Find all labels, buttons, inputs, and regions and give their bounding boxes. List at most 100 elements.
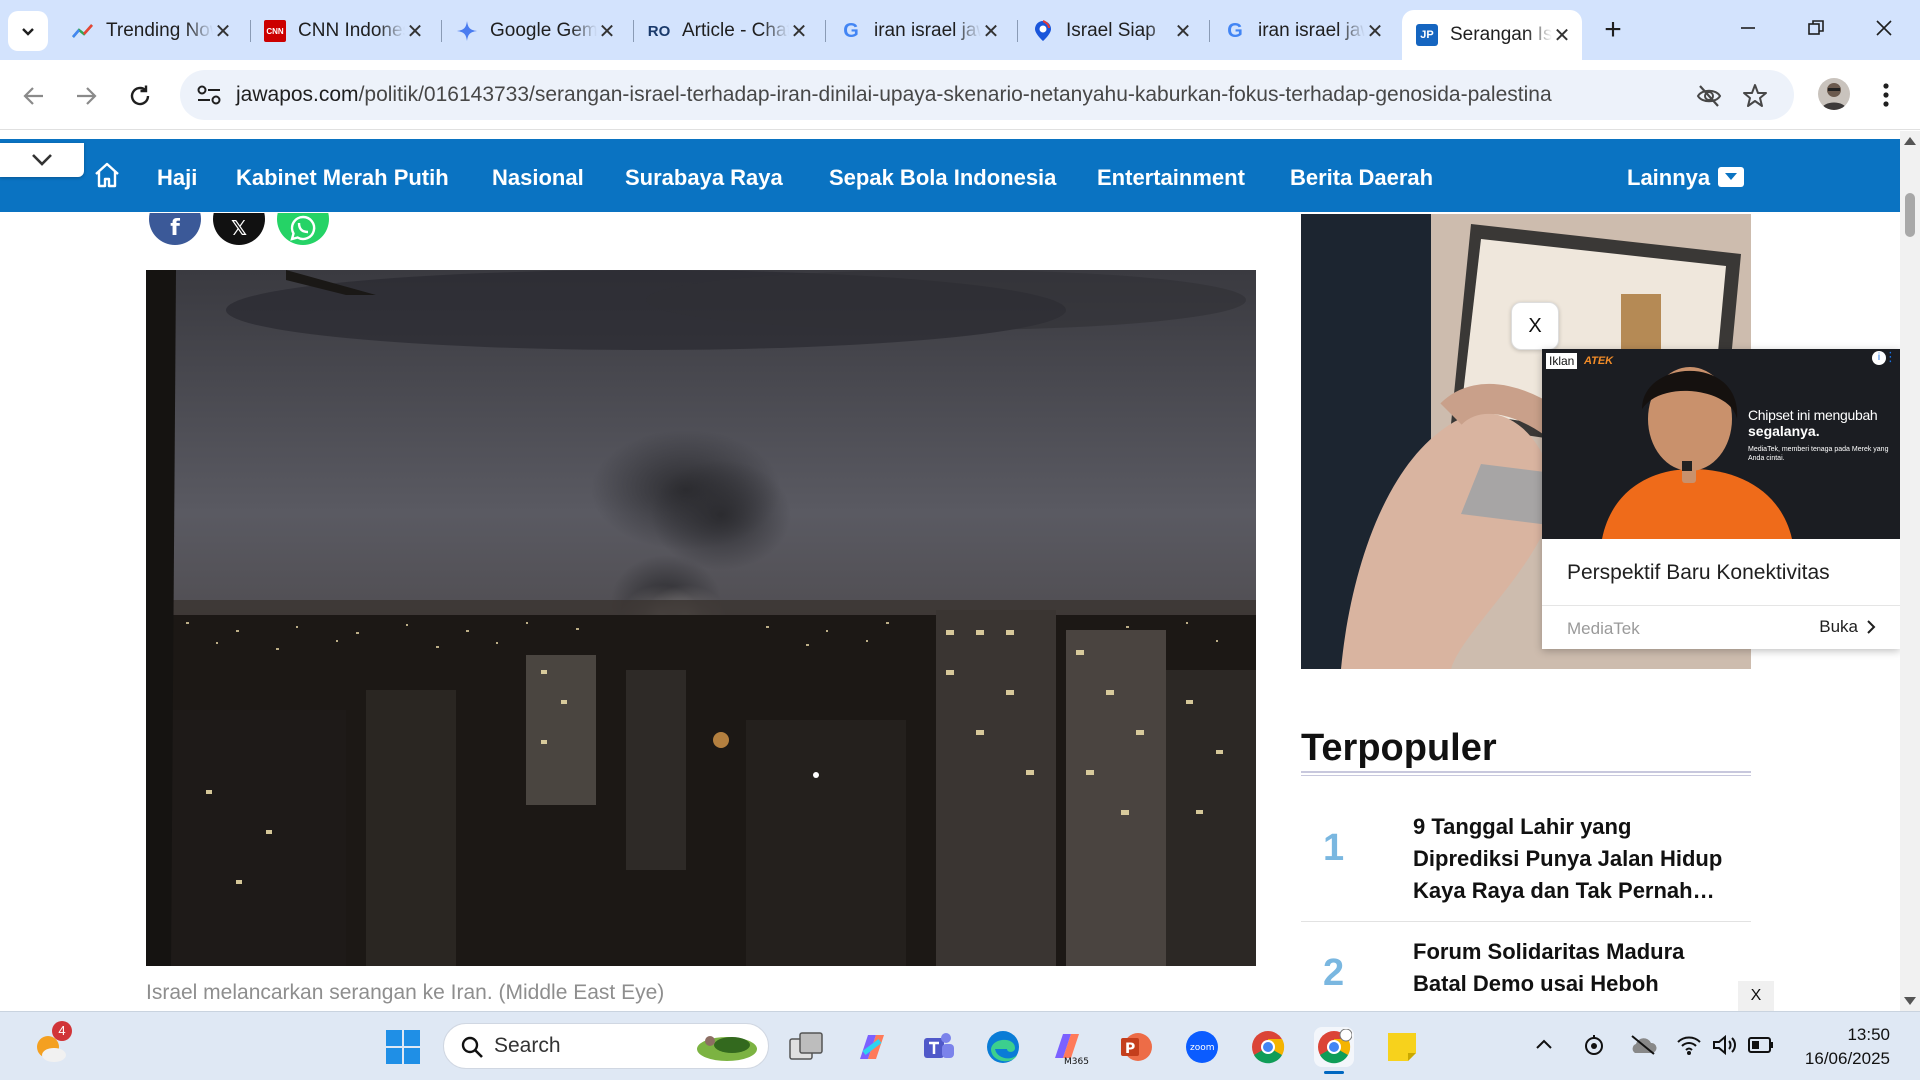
tab-strip: Trending Now ✕ CNN CNN Indonesia ✕ Googl… <box>0 0 1920 60</box>
more-menu-icon[interactable] <box>1876 80 1896 110</box>
page-scrollbar[interactable] <box>1900 131 1920 1011</box>
address-bar[interactable]: jawapos.com/politik/016143733/serangan-i… <box>180 70 1794 120</box>
chrome-profile-app-active[interactable] <box>1314 1027 1354 1074</box>
nav-item-berita-daerah[interactable]: Berita Daerah <box>1290 165 1433 191</box>
tab-title: CNN Indonesia <box>298 20 405 41</box>
browser-toolbar: jawapos.com/politik/016143733/serangan-i… <box>0 60 1920 130</box>
zoom-app[interactable]: zoom <box>1182 1027 1222 1067</box>
tab-gemini[interactable]: Google Gemini ✕ <box>442 10 627 52</box>
chevron-up-icon[interactable] <box>1534 1037 1554 1051</box>
map-pin-icon <box>1032 20 1054 42</box>
popular-item[interactable]: 2 Forum Solidaritas Madura Batal Demo us… <box>1301 936 1751 1011</box>
edge-app[interactable] <box>983 1027 1023 1067</box>
chrome-profile-icon <box>1318 1029 1352 1064</box>
sticky-notes-app[interactable] <box>1382 1027 1422 1067</box>
location-icon[interactable] <box>1582 1033 1606 1057</box>
wifi-icon[interactable] <box>1676 1033 1702 1057</box>
tab-google-search-2[interactable]: G iran israel jawapos ✕ <box>1210 10 1395 52</box>
heading-rule <box>1301 771 1751 776</box>
weather-widget[interactable]: 4 <box>30 1021 72 1067</box>
windows-logo-icon <box>386 1030 420 1064</box>
minimize-button[interactable] <box>1728 12 1768 48</box>
arrow-left-icon <box>23 87 43 105</box>
nav-item-lainnya[interactable]: Lainnya <box>1627 165 1745 191</box>
nav-item-surabaya[interactable]: Surabaya Raya <box>625 165 783 191</box>
search-icon <box>461 1036 483 1058</box>
clock-time: 13:50 <box>1847 1025 1890 1044</box>
ad-headline-line1: Chipset ini mengubah <box>1748 407 1878 423</box>
tab-close-button[interactable]: ✕ <box>981 19 1001 44</box>
tab-close-button[interactable]: ✕ <box>597 19 617 44</box>
popular-item[interactable]: 1 9 Tanggal Lahir yang Diprediksi Punya … <box>1301 811 1751 922</box>
ad-more-icon[interactable]: ⋮ <box>1884 349 1897 365</box>
tab-close-button[interactable]: ✕ <box>1552 23 1572 48</box>
popular-rank: 1 <box>1323 827 1345 869</box>
nav-item-haji[interactable]: Haji <box>157 165 197 191</box>
url-domain: jawapos.com <box>236 83 359 106</box>
overlay-ad[interactable]: Iklan ATEK i ⋮ Chipset ini mengubah sega… <box>1542 349 1900 649</box>
eye-off-icon[interactable] <box>1696 83 1722 109</box>
tab-trending[interactable]: Trending Now ✕ <box>58 10 243 52</box>
chrome-app[interactable] <box>1248 1027 1288 1067</box>
ad-open-button[interactable]: Buka <box>1819 617 1876 637</box>
home-icon[interactable] <box>93 161 121 189</box>
close-window-button[interactable] <box>1864 12 1904 48</box>
tab-close-button[interactable]: ✕ <box>1365 19 1385 44</box>
popular-title[interactable]: Forum Solidaritas Madura Batal Demo usai… <box>1413 936 1743 1000</box>
tab-search-button[interactable] <box>8 11 48 51</box>
sticky-ad-close-button[interactable]: X <box>1738 981 1774 1011</box>
tab-cnn[interactable]: CNN CNN Indonesia ✕ <box>250 10 435 52</box>
tab-close-button[interactable]: ✕ <box>405 19 425 44</box>
restore-button[interactable] <box>1796 12 1836 48</box>
microsoft-365-icon: M365 <box>1055 1034 1089 1066</box>
onedrive-cloud-icon[interactable] <box>1628 1034 1658 1056</box>
caret-down-icon <box>1718 167 1745 187</box>
scroll-thumb[interactable] <box>1905 193 1915 237</box>
task-view-button[interactable] <box>786 1027 826 1067</box>
bookmark-star-icon[interactable] <box>1742 83 1768 109</box>
popular-heading: Terpopuler <box>1301 727 1497 769</box>
teams-app[interactable] <box>918 1027 958 1067</box>
back-button[interactable] <box>14 76 54 116</box>
start-button[interactable] <box>383 1027 423 1067</box>
ad-image: Iklan ATEK i ⋮ Chipset ini mengubah sega… <box>1542 349 1900 539</box>
chevron-down-icon <box>22 28 34 36</box>
nav-item-entertainment[interactable]: Entertainment <box>1097 165 1245 191</box>
windows-taskbar: 4 Search M365 P zoom 13:50 16/06/2025 <box>0 1011 1920 1080</box>
tab-serangan-active[interactable]: JP Serangan Israel ✕ <box>1402 10 1582 60</box>
scroll-up-arrow-icon[interactable] <box>1904 137 1916 145</box>
nav-item-nasional[interactable]: Nasional <box>492 165 584 191</box>
svg-text:M365: M365 <box>1064 1057 1089 1066</box>
url-path: /politik/016143733/serangan-israel-terha… <box>358 83 1552 106</box>
volume-icon[interactable] <box>1712 1033 1738 1057</box>
forward-button[interactable] <box>66 76 106 116</box>
close-icon <box>1876 20 1892 36</box>
tab-close-button[interactable]: ✕ <box>1173 19 1193 44</box>
copilot-icon <box>860 1035 884 1059</box>
reload-button[interactable] <box>120 76 160 116</box>
clock[interactable]: 13:50 16/06/2025 <box>1805 1023 1890 1071</box>
task-view-icon <box>789 1032 823 1060</box>
powerpoint-app[interactable]: P <box>1116 1027 1156 1067</box>
m365-app[interactable]: M365 <box>1050 1027 1090 1067</box>
tab-close-button[interactable]: ✕ <box>789 19 809 44</box>
new-tab-button[interactable]: + <box>1596 14 1630 48</box>
popular-title[interactable]: 9 Tanggal Lahir yang Diprediksi Punya Ja… <box>1413 811 1743 907</box>
scroll-down-arrow-icon[interactable] <box>1904 997 1916 1005</box>
google-g-icon: G <box>843 19 859 42</box>
x-logo-icon: 𝕏 <box>230 217 248 240</box>
nav-item-sepakbola[interactable]: Sepak Bola Indonesia <box>829 165 1056 191</box>
tab-article[interactable]: RO Article - ChatGPT ✕ <box>634 10 819 52</box>
nav-collapse-button[interactable] <box>0 143 84 177</box>
nav-item-kabinet[interactable]: Kabinet Merah Putih <box>236 165 449 191</box>
tab-google-search-1[interactable]: G iran israel jawapos ✕ <box>826 10 1011 52</box>
copilot-app[interactable] <box>852 1027 892 1067</box>
popular-rank: 2 <box>1323 952 1345 994</box>
ad-close-button[interactable]: X <box>1511 302 1559 350</box>
tab-close-button[interactable]: ✕ <box>213 19 233 44</box>
profile-avatar[interactable] <box>1818 78 1850 110</box>
battery-icon[interactable] <box>1748 1036 1774 1054</box>
tab-israel-siap[interactable]: Israel Siap ✕ <box>1018 10 1203 52</box>
search-placeholder: Search <box>494 1034 561 1057</box>
taskbar-search[interactable]: Search <box>443 1023 769 1069</box>
